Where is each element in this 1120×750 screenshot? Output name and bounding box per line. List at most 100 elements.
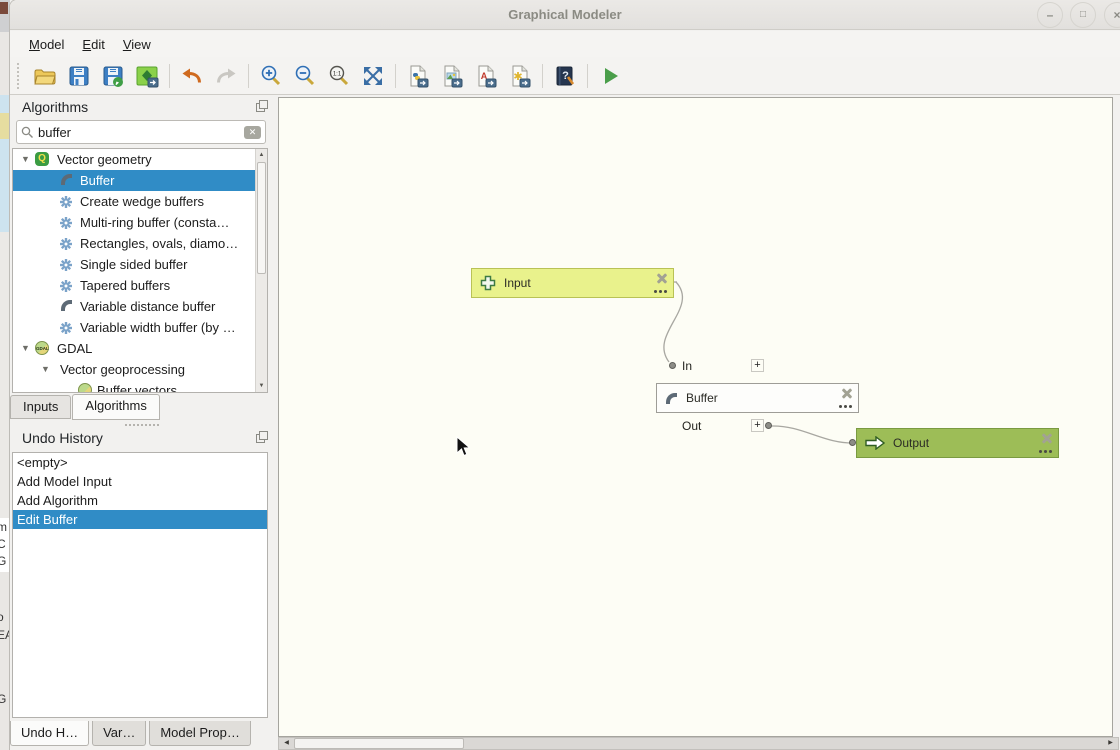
in-port-label: In (682, 359, 692, 373)
tree-scrollbar[interactable]: ▲ ▼ (255, 149, 267, 392)
help-button[interactable]: ? (550, 61, 580, 91)
zoom-in-icon (259, 64, 283, 88)
zoom-out-button[interactable] (290, 61, 320, 91)
tree-item-variable-width-buffer[interactable]: Variable width buffer (by … (13, 317, 267, 338)
menu-edit-rest: dit (91, 37, 105, 52)
tree-item-vector-geometry[interactable]: ▼ Q Vector geometry (13, 149, 267, 170)
chevron-down-icon[interactable]: ▼ (21, 149, 30, 170)
export-as-svg-button[interactable] (505, 61, 535, 91)
canvas-hscrollbar[interactable]: ◀ ▶ (278, 737, 1119, 750)
zoom-in-button[interactable] (256, 61, 286, 91)
redo-button[interactable] (211, 61, 241, 91)
tree-item-gdal[interactable]: ▼ GDAL GDAL (13, 338, 267, 359)
background-panel-fragment (0, 232, 10, 518)
expand-in-params-button[interactable]: + (751, 359, 764, 372)
out-port-dot[interactable] (765, 422, 772, 429)
export-svg-icon (508, 64, 532, 88)
titlebar[interactable]: Graphical Modeler – □ × (10, 0, 1120, 30)
scroll-up-icon[interactable]: ▲ (256, 149, 267, 161)
run-model-button[interactable] (595, 61, 625, 91)
canvas-hscrollbar-thumb[interactable] (294, 738, 464, 749)
node-options-dots[interactable] (1049, 450, 1052, 453)
undo-history-panel-float-button[interactable] (256, 431, 268, 446)
tree-item-tapered-buffers[interactable]: Tapered buffers (13, 275, 267, 296)
undo-item-empty[interactable]: <empty> (13, 453, 267, 472)
toolbar-separator (542, 64, 543, 88)
output-node-label: Output (893, 436, 929, 450)
search-icon (21, 126, 34, 139)
save-model-in-project-button[interactable] (132, 61, 162, 91)
background-text-fragment: C (0, 537, 6, 551)
tree-item-single-sided-buffer[interactable]: Single sided buffer (13, 254, 267, 275)
dock-splitter-handle[interactable] (125, 424, 159, 426)
expand-out-params-button[interactable]: + (751, 419, 764, 432)
undo-item-add-algorithm[interactable]: Add Algorithm (13, 491, 267, 510)
export-as-pdf-button[interactable]: A (471, 61, 501, 91)
background-text-fragment: G (0, 692, 6, 706)
tree-item-rectangles-ovals[interactable]: Rectangles, ovals, diamo… (13, 233, 267, 254)
menu-view[interactable]: View (114, 34, 160, 55)
tree-item-vector-geoprocessing[interactable]: ▼ Vector geoprocessing (13, 359, 267, 380)
node-options-dots[interactable] (664, 290, 667, 293)
input-node[interactable]: Input (471, 268, 674, 298)
tab-algorithms[interactable]: Algorithms (72, 394, 159, 420)
menu-edit[interactable]: Edit (73, 34, 113, 55)
delete-node-icon[interactable] (656, 272, 668, 284)
background-text-fragment: m (0, 520, 7, 534)
close-button[interactable]: × (1104, 2, 1120, 28)
menu-model[interactable]: Model (20, 34, 73, 55)
buffer-algorithm-icon (60, 173, 73, 186)
output-in-dot[interactable] (849, 439, 856, 446)
node-options-dots[interactable] (849, 405, 852, 408)
zoom-full-icon (361, 64, 385, 88)
tree-item-buffer[interactable]: Buffer (13, 170, 267, 191)
delete-node-icon[interactable] (1041, 432, 1053, 444)
save-model-button[interactable] (64, 61, 94, 91)
undo-item-edit-buffer[interactable]: Edit Buffer (13, 510, 267, 529)
delete-node-icon[interactable] (841, 387, 853, 399)
save-icon (67, 64, 91, 88)
scroll-right-icon[interactable]: ▶ (1104, 738, 1117, 749)
tab-variables[interactable]: Var… (92, 721, 146, 746)
undo-button[interactable] (177, 61, 207, 91)
scroll-down-icon[interactable]: ▼ (256, 380, 267, 392)
tree-item-buffer-vectors[interactable]: Buffer vectors (13, 380, 267, 393)
tree-item-label: Multi-ring buffer (consta… (80, 212, 229, 233)
export-as-python-button[interactable] (403, 61, 433, 91)
tree-item-label: Variable width buffer (by … (80, 317, 236, 338)
algorithm-search-box[interactable]: ✕ (16, 120, 266, 144)
export-as-image-button[interactable] (437, 61, 467, 91)
zoom-actual-button[interactable]: 1:1 (324, 61, 354, 91)
save-model-as-button[interactable] (98, 61, 128, 91)
search-input[interactable] (38, 125, 244, 140)
open-model-button[interactable] (30, 61, 60, 91)
tab-undo-history[interactable]: Undo H… (10, 721, 89, 746)
model-canvas[interactable]: Input In + Buffer Out + Output (278, 97, 1113, 737)
buffer-node[interactable]: Buffer (656, 383, 859, 413)
maximize-button[interactable]: □ (1070, 2, 1096, 28)
menu-edit-accel: E (82, 37, 91, 52)
tab-model-properties[interactable]: Model Prop… (149, 721, 250, 746)
float-panel-icon (256, 100, 268, 112)
tree-scrollbar-thumb[interactable] (257, 162, 266, 274)
minimize-button[interactable]: – (1037, 2, 1063, 28)
tree-item-multi-ring-buffer[interactable]: Multi-ring buffer (consta… (13, 212, 267, 233)
scroll-left-icon[interactable]: ◀ (280, 738, 293, 749)
algorithms-panel-float-button[interactable] (256, 100, 268, 115)
in-port-dot[interactable] (669, 362, 676, 369)
tree-item-variable-distance-buffer[interactable]: Variable distance buffer (13, 296, 267, 317)
close-icon: × (1113, 8, 1120, 22)
output-node[interactable]: Output (856, 428, 1059, 458)
tab-inputs[interactable]: Inputs (10, 395, 71, 419)
chevron-down-icon[interactable]: ▼ (21, 338, 30, 359)
float-panel-icon (256, 431, 268, 443)
tree-item-create-wedge-buffers[interactable]: Create wedge buffers (13, 191, 267, 212)
save-as-icon (101, 64, 125, 88)
clear-search-icon[interactable]: ✕ (244, 126, 261, 139)
undo-history-list: <empty> Add Model Input Add Algorithm Ed… (12, 452, 268, 718)
tree-item-label: Vector geometry (57, 149, 152, 170)
zoom-full-button[interactable] (358, 61, 388, 91)
undo-item-add-model-input[interactable]: Add Model Input (13, 472, 267, 491)
chevron-down-icon[interactable]: ▼ (41, 359, 50, 380)
toolbar-handle[interactable] (17, 63, 22, 89)
